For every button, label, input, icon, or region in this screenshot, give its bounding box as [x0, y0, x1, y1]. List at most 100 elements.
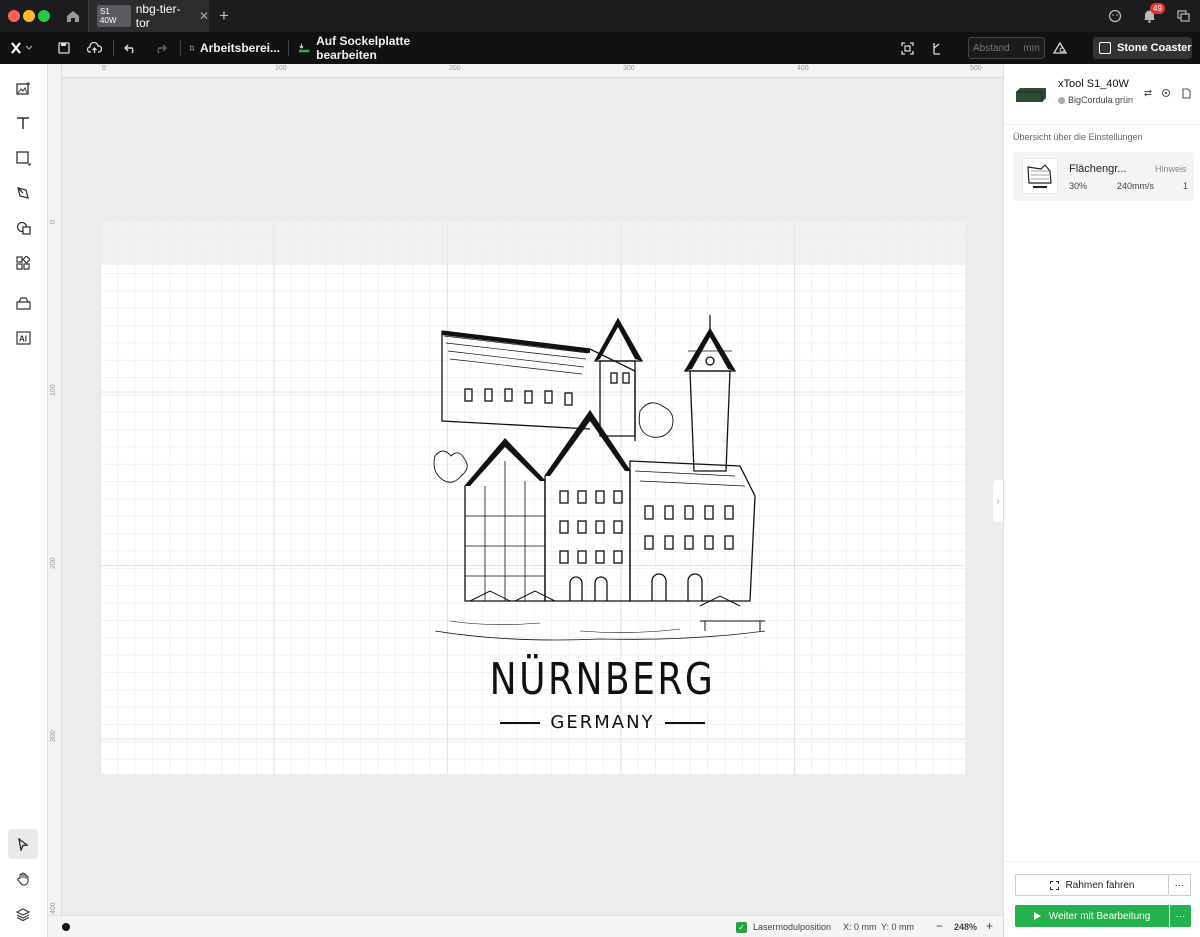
measure-icon — [933, 42, 940, 55]
device-settings-button[interactable] — [1159, 86, 1173, 100]
distance-input[interactable]: Abstand mm — [968, 37, 1045, 59]
ai-tool[interactable]: AI — [8, 323, 38, 353]
smiley-icon — [1108, 9, 1122, 23]
distance-unit: mm — [1023, 42, 1040, 54]
castle-sketch-image — [433, 315, 766, 641]
pen-tool[interactable] — [8, 178, 38, 208]
ruler-tick-label: 0 — [50, 220, 57, 224]
artwork-title: NÜRNBERG — [489, 654, 716, 705]
fit-view-button[interactable] — [897, 32, 917, 64]
zoom-in-button[interactable]: + — [986, 919, 993, 933]
dashed-frame-icon — [1049, 880, 1059, 890]
material-selector-button[interactable]: Stone Coaster — [1093, 37, 1192, 59]
layer-hint[interactable]: Hinweis — [1155, 164, 1187, 174]
save-icon — [58, 42, 70, 54]
layers-icon — [16, 907, 30, 921]
document-icon — [190, 45, 194, 51]
elements-tool[interactable] — [8, 248, 38, 278]
toolbar-divider — [180, 40, 181, 56]
run-frame-button[interactable]: Rahmen fahren — [1015, 874, 1169, 896]
device-badge: S1 40W — [97, 5, 131, 27]
x-coordinate: X: 0 mm — [843, 922, 877, 932]
layer-speed: 240mm/s — [1117, 181, 1155, 191]
grid-icon — [16, 256, 30, 270]
text-tool[interactable] — [8, 108, 38, 138]
shape-tool[interactable] — [8, 143, 38, 173]
pen-icon — [17, 187, 29, 199]
window-titlebar: S1 40W nbg-tier-tor ✕ + 49 — [0, 0, 1200, 32]
main-toolbar: Arbeitsberei... Auf Sockelplatte bearbei… — [0, 32, 1200, 64]
close-tab-icon[interactable]: ✕ — [199, 9, 209, 23]
process-more-button[interactable]: ··· — [1170, 905, 1191, 927]
layers-tool[interactable] — [8, 899, 38, 929]
ai-icon: AI — [15, 331, 31, 345]
edit-on-base-plate-button[interactable]: Auf Sockelplatte bearbeiten — [298, 32, 453, 64]
gear-icon — [1161, 88, 1171, 98]
select-tool[interactable] — [8, 829, 38, 859]
hand-icon — [16, 872, 29, 886]
status-bar: ✓ Lasermodulposition X: 0 mm Y: 0 mm − 2… — [48, 915, 1003, 937]
home-icon — [67, 10, 79, 22]
panel-divider — [1004, 861, 1200, 862]
ruler-tick-label: 400 — [797, 65, 809, 72]
nuremberg-artwork[interactable]: NÜRNBERG GERMANY — [430, 301, 775, 741]
new-tab-button[interactable]: + — [214, 6, 234, 26]
work-area-bed[interactable]: NÜRNBERG GERMANY — [100, 221, 965, 774]
collapse-panel-handle[interactable]: › — [993, 480, 1003, 522]
left-tool-palette: AI — [0, 64, 48, 937]
zoom-out-button[interactable]: − — [936, 919, 943, 933]
distance-placeholder: Abstand — [973, 42, 1010, 54]
design-canvas[interactable]: 0 100 200 300 400 500 0 100 200 300 400 — [48, 64, 1003, 915]
laser-device-image — [1016, 88, 1046, 102]
measure-button[interactable] — [925, 32, 945, 64]
tab-document[interactable]: S1 40W nbg-tier-tor ✕ — [88, 0, 209, 32]
save-button[interactable] — [54, 32, 74, 64]
layer-power: 30% — [1069, 181, 1088, 191]
xtool-logo-icon — [11, 42, 33, 54]
swap-device-button[interactable]: ⇄ — [1141, 86, 1155, 100]
frame-more-button[interactable]: ··· — [1169, 874, 1191, 896]
device-info-button[interactable] — [1179, 86, 1193, 100]
maximize-window-button[interactable] — [38, 10, 50, 22]
projects-tool[interactable] — [8, 288, 38, 318]
settings-overview-label: Übersicht über die Einstellungen — [1013, 132, 1143, 142]
windows-button[interactable] — [1166, 0, 1200, 32]
base-plate-icon — [298, 43, 310, 53]
laser-position-label: Lasermodulposition — [753, 922, 832, 932]
distance-warning-button[interactable] — [1050, 32, 1070, 64]
notifications-button[interactable]: 49 — [1132, 0, 1166, 32]
start-processing-label: Weiter mit Bearbeitung — [1048, 910, 1151, 922]
start-processing-button[interactable]: Weiter mit Bearbeitung — [1015, 905, 1169, 927]
y-coordinate: Y: 0 mm — [881, 922, 915, 932]
device-name[interactable]: xTool S1_40W — [1058, 78, 1129, 90]
minimize-window-button[interactable] — [23, 10, 35, 22]
image-add-icon — [15, 82, 30, 95]
home-button[interactable] — [58, 0, 88, 32]
cloud-upload-button[interactable] — [83, 32, 105, 64]
redo-button[interactable] — [150, 32, 170, 64]
undo-button[interactable] — [120, 32, 140, 64]
shapes-icon — [16, 221, 31, 235]
feedback-button[interactable] — [1098, 0, 1132, 32]
add-image-tool[interactable] — [8, 73, 38, 103]
subtitle-dash-left — [500, 722, 541, 724]
laser-position-checkbox[interactable]: ✓ — [736, 922, 747, 933]
app-menu-button[interactable] — [6, 32, 40, 64]
run-frame-label: Rahmen fahren — [1065, 879, 1135, 891]
pan-tool[interactable] — [8, 864, 38, 894]
swap-icon: ⇄ — [1143, 87, 1153, 99]
toolbar-divider — [288, 40, 289, 56]
ruler-tick-label: 500 — [970, 65, 982, 72]
shapes-library-tool[interactable] — [8, 213, 38, 243]
ruler-tick-label: 100 — [275, 65, 287, 72]
redo-icon — [156, 44, 167, 53]
focus-frame-icon — [900, 41, 914, 55]
material-name: BigCordula grün — [1068, 95, 1134, 105]
zoom-level[interactable]: 248% — [954, 922, 977, 932]
close-window-button[interactable] — [8, 10, 20, 22]
layer-settings-card[interactable]: Flächengr... Hinweis 30% 240mm/s 1 — [1013, 152, 1194, 201]
ruler-tick-label: 200 — [50, 557, 57, 569]
notification-count-badge: 49 — [1150, 3, 1165, 14]
workspace-button[interactable]: Arbeitsberei... — [190, 32, 280, 64]
ruler-tick-label: 300 — [623, 65, 635, 72]
